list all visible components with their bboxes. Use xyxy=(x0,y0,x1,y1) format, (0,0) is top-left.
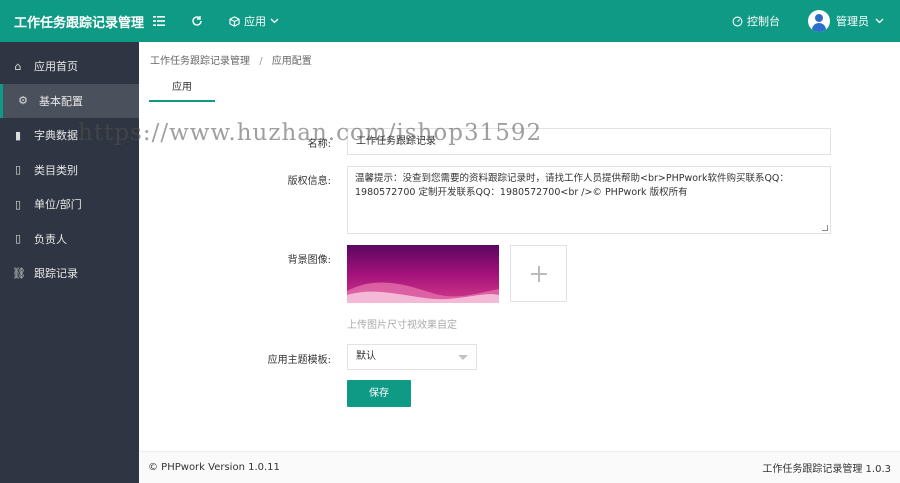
refresh-button[interactable] xyxy=(191,0,203,42)
console-link[interactable]: 控制台 xyxy=(732,13,780,29)
cube-icon xyxy=(229,15,240,27)
main-content: 工作任务跟踪记录管理 / 应用配置 应用 名称: 工作任务跟踪记录 版权信息: … xyxy=(139,42,900,483)
name-label: 名称: xyxy=(307,139,331,150)
console-label: 控制台 xyxy=(747,15,780,28)
name-input[interactable]: 工作任务跟踪记录 xyxy=(347,128,831,155)
avatar xyxy=(808,10,830,32)
sidebar-item-label: 跟踪记录 xyxy=(34,267,78,281)
resize-handle[interactable] xyxy=(822,225,828,231)
user-label: 管理员 xyxy=(836,15,869,28)
sidebar-item-tracking[interactable]: ⛓ 跟踪记录 xyxy=(0,256,139,291)
book-icon: ▮ xyxy=(14,128,22,142)
menu-toggle-button[interactable] xyxy=(153,0,165,42)
sidebar-item-label: 字典数据 xyxy=(34,129,78,143)
breadcrumb-root[interactable]: 工作任务跟踪记录管理 xyxy=(150,56,250,67)
topbar-right: 控制台 管理员 xyxy=(732,0,900,42)
save-button[interactable]: 保存 xyxy=(347,380,411,407)
sidebar-item-label: 基本配置 xyxy=(39,94,83,108)
sidebar-item-label: 单位/部门 xyxy=(34,198,82,212)
footer-version: © PHPwork Version 1.0.11 xyxy=(148,462,280,473)
app-menu-dropdown[interactable]: 应用 xyxy=(229,0,279,42)
footer-app-version: 工作任务跟踪记录管理 1.0.3 xyxy=(762,464,891,475)
chevron-down-icon xyxy=(270,18,279,24)
background-image-preview xyxy=(347,245,499,303)
file-icon: ▯ xyxy=(14,232,22,246)
background-image-label: 背景图像: xyxy=(287,255,331,266)
theme-select-value: 默认 xyxy=(356,351,376,362)
theme-label: 应用主题模板: xyxy=(267,355,331,366)
breadcrumb-separator: / xyxy=(259,56,263,67)
image-upload-button[interactable] xyxy=(510,245,567,302)
sidebar-item-owners[interactable]: ▯ 负责人 xyxy=(0,222,139,257)
breadcrumb: 工作任务跟踪记录管理 / 应用配置 xyxy=(150,52,312,67)
gear-icon: ⚙ xyxy=(18,94,28,108)
sidebar-item-departments[interactable]: ▯ 单位/部门 xyxy=(0,187,139,222)
sidebar-item-basic-config[interactable]: ⚙ 基本配置 xyxy=(0,83,139,118)
dashboard-icon xyxy=(732,16,743,26)
file-icon: ▯ xyxy=(14,163,22,177)
link-icon: ⛓ xyxy=(12,266,26,280)
sidebar-item-label: 应用首页 xyxy=(34,60,78,74)
copyright-label: 版权信息: xyxy=(287,176,331,187)
menu-icon xyxy=(153,16,165,26)
sidebar-item-dictionary[interactable]: ▮ 字典数据 xyxy=(0,118,139,153)
home-icon: ⌂ xyxy=(14,59,22,73)
app-menu-label: 应用 xyxy=(244,15,266,28)
sidebar-item-label: 负责人 xyxy=(34,232,67,246)
copyright-text: 温馨提示：没查到您需要的资料跟踪记录时，请找工作人员提供帮助<br>PHPwor… xyxy=(355,173,789,198)
file-icon: ▯ xyxy=(14,197,22,211)
refresh-icon xyxy=(192,16,202,26)
app-logo-title: 工作任务跟踪记录管理 xyxy=(14,15,145,31)
theme-select[interactable]: 默认 xyxy=(347,344,477,370)
sidebar: ⌂ 应用首页 ⚙ 基本配置 ▮ 字典数据 ▯ 类目类别 ▯ 单位/部门 ▯ 负责… xyxy=(0,42,139,483)
sidebar-item-home[interactable]: ⌂ 应用首页 xyxy=(0,49,139,84)
tab-bar: 应用 xyxy=(149,78,215,102)
breadcrumb-current: 应用配置 xyxy=(271,56,312,67)
sidebar-item-categories[interactable]: ▯ 类目类别 xyxy=(0,153,139,188)
copyright-textarea[interactable]: 温馨提示：没查到您需要的资料跟踪记录时，请找工作人员提供帮助<br>PHPwor… xyxy=(347,166,831,234)
chevron-down-icon xyxy=(875,18,884,24)
user-menu[interactable]: 管理员 xyxy=(808,10,884,32)
upload-hint: 上传图片尺寸视效果自定 xyxy=(347,320,457,331)
sidebar-item-label: 类目类别 xyxy=(34,163,78,177)
top-bar: 工作任务跟踪记录管理 应用 控制台 管理员 xyxy=(0,0,900,42)
tab-app[interactable]: 应用 xyxy=(149,78,215,102)
caret-down-icon xyxy=(458,355,468,360)
footer: © PHPwork Version 1.0.11 工作任务跟踪记录管理 1.0.… xyxy=(139,451,900,483)
